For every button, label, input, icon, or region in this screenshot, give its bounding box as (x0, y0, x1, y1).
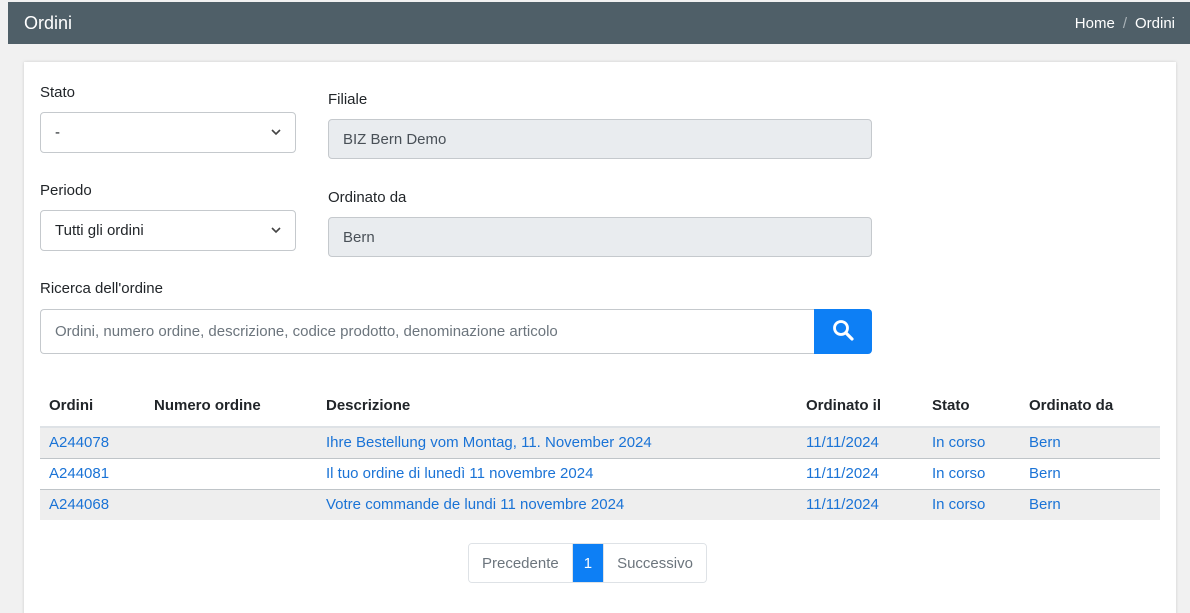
order-number (145, 426, 317, 458)
search-icon (832, 319, 854, 344)
page-title: Ordini (24, 12, 73, 33)
column-header-ordini: Ordini (40, 385, 145, 428)
page-header: Ordini Home / Ordini (8, 2, 1190, 44)
ordinato-da-label: Ordinato da (328, 189, 407, 206)
periodo-select-value: Tutti gli ordini (55, 222, 144, 239)
order-description-link[interactable]: Il tuo ordine di lunedì 11 novembre 2024 (326, 465, 593, 482)
pagination-page-1[interactable]: 1 (572, 544, 604, 582)
order-status-link[interactable]: In corso (932, 465, 985, 482)
periodo-label: Periodo (40, 182, 92, 199)
breadcrumb-home-link[interactable]: Home (1075, 15, 1115, 32)
column-header-descrizione: Descrizione (317, 385, 797, 428)
filiale-label: Filiale (328, 91, 368, 108)
stato-label: Stato (40, 84, 76, 101)
search-button[interactable] (814, 309, 872, 354)
order-status-link[interactable]: In corso (932, 434, 985, 451)
order-date-link[interactable]: 11/11/2024 (806, 434, 879, 451)
chevron-down-icon (271, 127, 281, 139)
table-row: A244078 Ihre Bestellung vom Montag, 11. … (40, 426, 1160, 458)
order-description-link[interactable]: Ihre Bestellung vom Montag, 11. November… (326, 434, 652, 451)
order-number (145, 457, 317, 489)
order-date-link[interactable]: 11/11/2024 (806, 465, 879, 482)
order-status-link[interactable]: In corso (932, 496, 985, 513)
order-user-link[interactable]: Bern (1029, 465, 1061, 482)
table-header-row: Ordini Numero ordine Descrizione Ordinat… (40, 385, 1160, 428)
orders-table: Ordini Numero ordine Descrizione Ordinat… (40, 385, 1160, 520)
chevron-down-icon (271, 225, 281, 237)
order-link[interactable]: A244068 (49, 496, 109, 513)
search-label: Ricerca dell'ordine (40, 280, 163, 297)
stato-select-value: - (55, 124, 60, 141)
periodo-select[interactable]: Tutti gli ordini (40, 210, 296, 251)
table-row: A244081 Il tuo ordine di lunedì 11 novem… (40, 457, 1160, 489)
order-link[interactable]: A244078 (49, 434, 109, 451)
column-header-stato: Stato (923, 385, 1020, 428)
order-user-link[interactable]: Bern (1029, 434, 1061, 451)
column-header-ordinato-il: Ordinato il (797, 385, 923, 428)
orders-card: Stato - Filiale BIZ Bern Demo Periodo Tu… (24, 62, 1176, 613)
order-date-link[interactable]: 11/11/2024 (806, 496, 879, 513)
order-description-link[interactable]: Votre commande de lundi 11 novembre 2024 (326, 496, 624, 513)
breadcrumb: Home / Ordini (1075, 15, 1175, 32)
order-user-link[interactable]: Bern (1029, 496, 1061, 513)
search-group (40, 309, 872, 354)
stato-select[interactable]: - (40, 112, 296, 153)
pagination: Precedente 1 Successivo (468, 543, 707, 583)
column-header-numero-ordine: Numero ordine (145, 385, 317, 428)
breadcrumb-current: Ordini (1134, 14, 1175, 32)
order-link[interactable]: A244081 (49, 465, 109, 482)
column-header-ordinato-da: Ordinato da (1020, 385, 1160, 428)
table-row: A244068 Votre commande de lundi 11 novem… (40, 488, 1160, 520)
filiale-field: BIZ Bern Demo (328, 119, 872, 159)
ordinato-da-field: Bern (328, 217, 872, 257)
pagination-prev-button[interactable]: Precedente (469, 544, 573, 582)
search-input[interactable] (40, 309, 814, 354)
order-number (145, 488, 317, 520)
breadcrumb-separator: / (1122, 14, 1127, 32)
pagination-next-button[interactable]: Successivo (603, 544, 706, 582)
